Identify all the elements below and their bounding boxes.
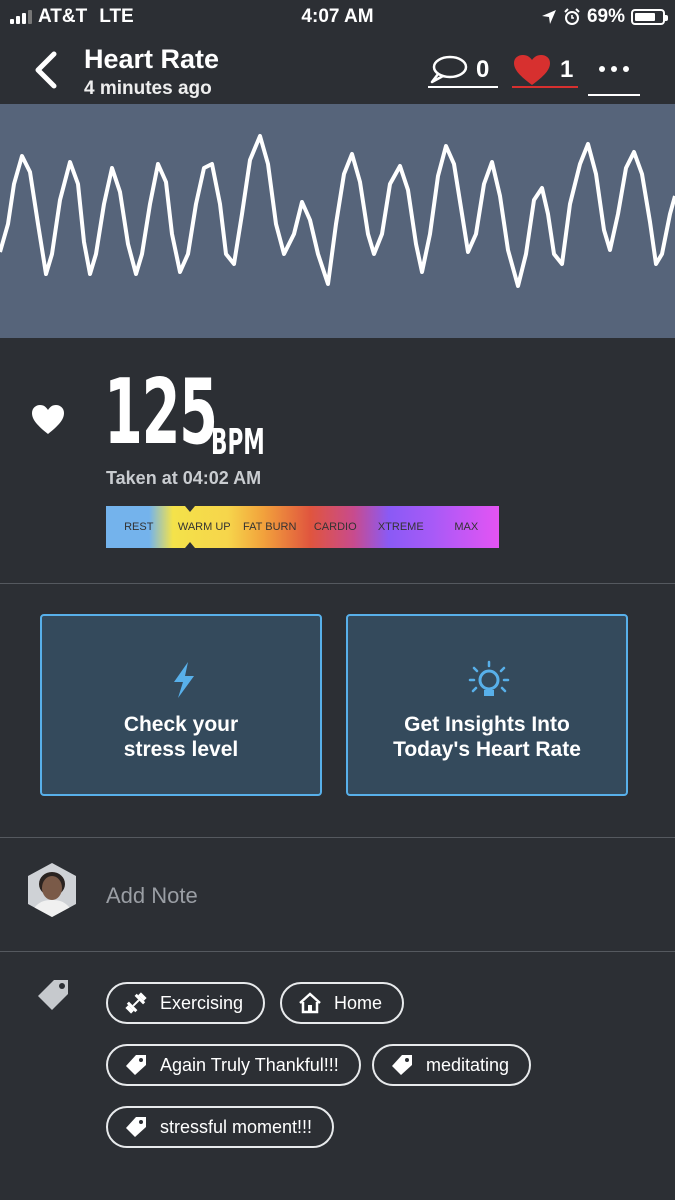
add-note-placeholder: Add Note — [106, 883, 198, 908]
bpm-unit: BPM — [211, 422, 265, 463]
user-avatar — [28, 863, 76, 917]
tag-chip-meditating[interactable]: meditating — [372, 1044, 532, 1086]
status-right: 69% — [541, 6, 668, 28]
lightbulb-icon — [468, 660, 510, 696]
tag-chip-thankful[interactable]: Again Truly Thankful!!! — [106, 1044, 361, 1086]
more-options-button[interactable] — [588, 52, 640, 96]
nav-header: Heart Rate 4 minutes ago 0 1 — [0, 36, 675, 104]
battery-percent: 69% — [586, 6, 625, 27]
tag-chip-exercising[interactable]: Exercising — [106, 982, 266, 1024]
waveform-line — [0, 134, 675, 288]
lightning-bolt-icon — [174, 662, 194, 698]
current-zone-marker-top — [185, 506, 195, 512]
add-note-row[interactable]: Add Note — [0, 838, 675, 950]
tag-small-icon — [126, 1055, 146, 1075]
more-dot-icon — [611, 66, 617, 72]
page-subtitle: 4 minutes ago — [84, 78, 212, 99]
location-arrow-icon — [541, 10, 556, 24]
like-button[interactable]: 1 — [512, 52, 578, 88]
page-title: Heart Rate — [84, 44, 220, 74]
check-stress-label: Check your stress level — [123, 713, 239, 761]
insights-label: Get Insights Into Today's Heart Rate — [393, 713, 581, 761]
more-dot-icon — [599, 66, 605, 72]
waveform-graph — [0, 134, 675, 288]
heart-icon — [32, 405, 64, 434]
divider — [0, 951, 675, 952]
tag-small-icon — [392, 1055, 412, 1075]
zone-max: MAX — [454, 521, 479, 533]
comment-count: 0 — [476, 56, 490, 83]
heart-rate-zone-bar: REST WARM UP FAT BURN CARDIO XTREME MAX — [106, 506, 499, 548]
back-chevron-icon[interactable] — [30, 50, 62, 90]
heart-like-icon — [514, 55, 550, 85]
current-zone-marker-bottom — [185, 542, 195, 548]
bpm-value: 125 — [104, 360, 218, 465]
insights-card[interactable]: Get Insights Into Today's Heart Rate — [346, 614, 628, 796]
zone-rest: REST — [124, 521, 154, 533]
taken-at-time: Taken at 04:02 AM — [106, 468, 262, 488]
tag-label: Again Truly Thankful!!! — [160, 1054, 339, 1075]
comments-button[interactable]: 0 — [428, 52, 498, 88]
tag-small-icon — [126, 1117, 146, 1137]
zone-warm-up: WARM UP — [177, 521, 231, 533]
status-bar: AT&T LTE 4:07 AM 69% — [0, 0, 675, 36]
tag-label: Home — [334, 992, 383, 1013]
zone-xtreme: XTREME — [377, 521, 424, 533]
comment-bubble-icon — [430, 55, 468, 84]
tag-label: meditating — [426, 1054, 510, 1075]
alarm-clock-icon — [564, 8, 580, 25]
house-icon — [299, 992, 321, 1014]
zone-cardio: CARDIO — [313, 521, 357, 533]
zone-fat-burn: FAT BURN — [243, 521, 297, 533]
tag-chip-stressful-moment[interactable]: stressful moment!!! — [106, 1106, 335, 1148]
tag-label: Exercising — [160, 992, 244, 1013]
heart-rate-reading: 125 BPM Taken at 04:02 AM REST WARM UP F… — [0, 338, 675, 584]
more-dot-icon — [623, 66, 629, 72]
like-count: 1 — [560, 56, 574, 83]
tag-label: stressful moment!!! — [160, 1116, 313, 1137]
dumbbell-icon — [125, 992, 147, 1014]
check-stress-card[interactable]: Check your stress level — [40, 614, 322, 796]
heart-rate-waveform — [0, 104, 675, 338]
battery-icon — [631, 9, 668, 25]
divider — [0, 583, 675, 584]
tag-icon — [38, 980, 68, 1010]
tag-chip-home[interactable]: Home — [280, 982, 405, 1024]
